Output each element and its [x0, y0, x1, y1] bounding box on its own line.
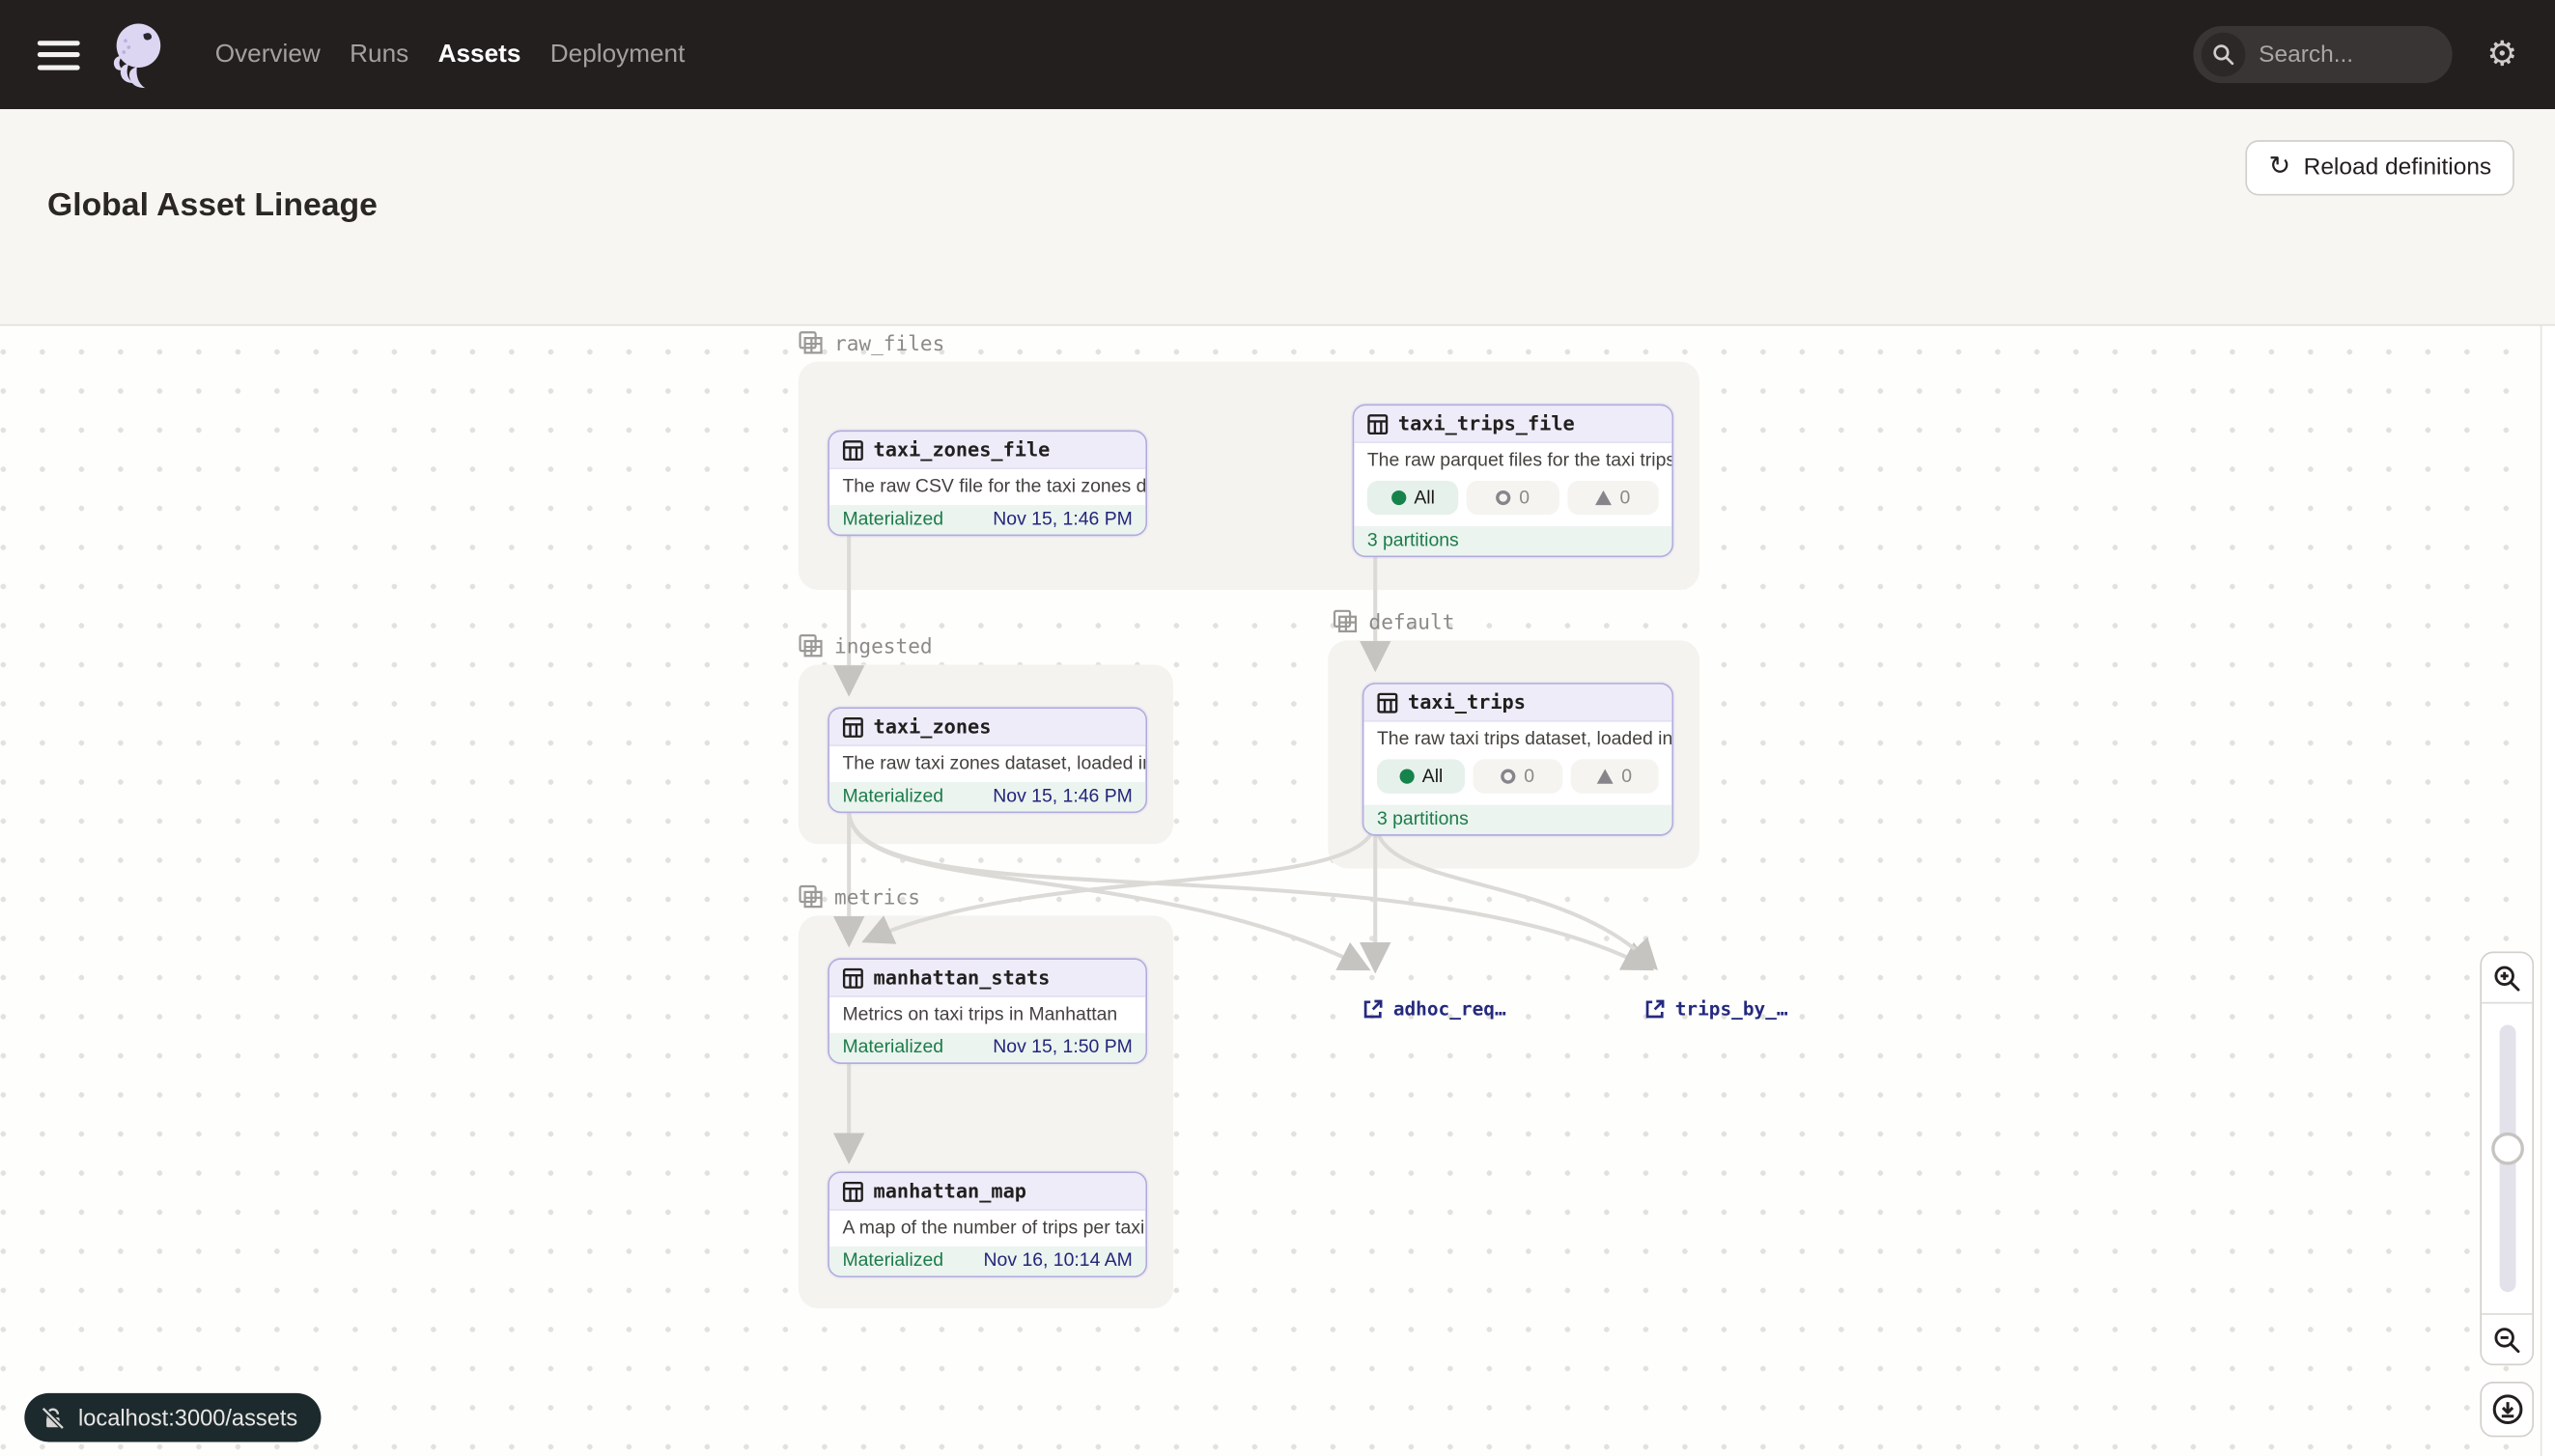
linked-asset-trips-by[interactable]: trips_by_…	[1644, 997, 1788, 1021]
zoom-in-button[interactable]	[2482, 953, 2532, 1003]
nav-item-overview[interactable]: Overview	[215, 40, 321, 69]
success-dot-icon	[1399, 770, 1414, 784]
dagster-logo-icon[interactable]	[106, 18, 172, 90]
status-badge: Materialized	[842, 787, 943, 806]
partition-health-pills: All 0 0	[1363, 758, 1671, 805]
table-icon	[842, 439, 863, 461]
insecure-lock-icon	[41, 1405, 65, 1429]
reload-definitions-button[interactable]: ↻ Reload definitions	[2246, 140, 2514, 195]
nav-item-assets[interactable]: Assets	[438, 40, 521, 69]
materialization-timestamp: Nov 15, 1:46 PM	[993, 510, 1133, 529]
materialization-timestamp: Nov 15, 1:46 PM	[993, 787, 1133, 806]
grouped-tables-icon	[1333, 609, 1357, 633]
asset-node-taxi-zones[interactable]: taxi_zones The raw taxi zones dataset, l…	[828, 707, 1147, 813]
status-badge: Materialized	[842, 1251, 943, 1271]
partitions-success-pill[interactable]: All	[1367, 481, 1459, 515]
external-link-icon	[1362, 998, 1384, 1020]
materialization-timestamp: Nov 15, 1:50 PM	[993, 1038, 1133, 1057]
status-url: localhost:3000/assets	[78, 1405, 297, 1431]
dagster-app: Overview Runs Assets Deployment / ⚙ Glob…	[0, 0, 2555, 1456]
zoom-out-icon	[2493, 1326, 2521, 1354]
failed-ring-icon	[1497, 490, 1511, 505]
page-header: Global Asset Lineage ↻ Reload definition…	[0, 109, 2555, 325]
asset-description: Metrics on taxi trips in Manhattan	[829, 997, 1145, 1033]
group-label-raw-files[interactable]: raw_files	[799, 331, 944, 355]
primary-nav: Overview Runs Assets Deployment	[215, 40, 686, 69]
zoom-in-icon	[2493, 964, 2521, 992]
asset-description: The raw taxi trips dataset, loaded into …	[1363, 722, 1671, 758]
asset-node-taxi-trips[interactable]: taxi_trips The raw taxi trips dataset, l…	[1362, 683, 1673, 836]
partitions-failed-pill[interactable]: 0	[1474, 759, 1562, 793]
success-dot-icon	[1391, 490, 1406, 505]
partitions-success-pill[interactable]: All	[1377, 759, 1466, 793]
partitions-missing-pill[interactable]: 0	[1570, 759, 1659, 793]
partitions-failed-pill[interactable]: 0	[1467, 481, 1558, 515]
group-label-metrics[interactable]: metrics	[799, 884, 920, 909]
asset-description: A map of the number of trips per taxi z.…	[829, 1211, 1145, 1246]
grouped-tables-icon	[799, 331, 823, 355]
reload-icon: ↻	[2269, 154, 2291, 181]
grouped-tables-icon	[799, 884, 823, 909]
page-title: Global Asset Lineage	[47, 187, 378, 225]
status-badge: Materialized	[842, 1038, 943, 1057]
zoom-slider-thumb[interactable]	[2490, 1133, 2523, 1165]
download-icon	[2490, 1393, 2523, 1426]
asset-node-taxi-trips-file[interactable]: taxi_trips_file The raw parquet files fo…	[1353, 405, 1673, 558]
status-badge: Materialized	[842, 510, 943, 529]
zoom-controls	[2480, 952, 2534, 1438]
materialization-timestamp: Nov 16, 10:14 AM	[984, 1251, 1133, 1271]
table-icon	[842, 1181, 863, 1202]
zoom-slider[interactable]	[2482, 1004, 2532, 1314]
missing-triangle-icon	[1595, 490, 1612, 505]
asset-description: The raw parquet files for the taxi trips…	[1354, 443, 1671, 479]
settings-gear-icon[interactable]: ⚙	[2486, 38, 2517, 71]
partitions-count: 3 partitions	[1377, 810, 1469, 829]
top-nav: Overview Runs Assets Deployment / ⚙	[0, 0, 2555, 109]
hamburger-menu-icon[interactable]	[38, 40, 80, 69]
grouped-tables-icon	[799, 633, 823, 658]
group-label-default[interactable]: default	[1333, 609, 1454, 633]
global-search[interactable]: /	[2194, 26, 2453, 83]
nav-item-runs[interactable]: Runs	[350, 40, 408, 69]
linked-asset-adhoc-request[interactable]: adhoc_req…	[1362, 997, 1506, 1021]
zoom-out-button[interactable]	[2482, 1313, 2532, 1363]
external-link-icon	[1644, 998, 1666, 1020]
browser-status-bubble: localhost:3000/assets	[24, 1393, 321, 1442]
lineage-canvas[interactable]: raw_files ingested default metrics taxi_…	[0, 326, 2555, 1456]
partitions-missing-pill[interactable]: 0	[1567, 481, 1659, 515]
asset-node-manhattan-map[interactable]: manhattan_map A map of the number of tri…	[828, 1171, 1147, 1277]
failed-ring-icon	[1502, 770, 1516, 784]
missing-triangle-icon	[1597, 770, 1614, 784]
search-icon	[2202, 33, 2246, 77]
asset-node-taxi-zones-file[interactable]: taxi_zones_file The raw CSV file for the…	[828, 431, 1147, 537]
nav-item-deployment[interactable]: Deployment	[550, 40, 686, 69]
download-image-button[interactable]	[2480, 1382, 2534, 1437]
table-icon	[842, 967, 863, 989]
asset-description: The raw taxi zones dataset, loaded int..…	[829, 746, 1145, 782]
table-icon	[1367, 413, 1389, 434]
partition-health-pills: All 0 0	[1354, 479, 1671, 526]
partitions-count: 3 partitions	[1367, 531, 1459, 550]
canvas-scrollbar[interactable]	[2541, 326, 2555, 1456]
asset-description: The raw CSV file for the taxi zones dat.…	[829, 469, 1145, 505]
asset-node-manhattan-stats[interactable]: manhattan_stats Metrics on taxi trips in…	[828, 958, 1147, 1064]
table-icon	[842, 716, 863, 738]
group-label-ingested[interactable]: ingested	[799, 633, 933, 658]
table-icon	[1377, 691, 1398, 713]
